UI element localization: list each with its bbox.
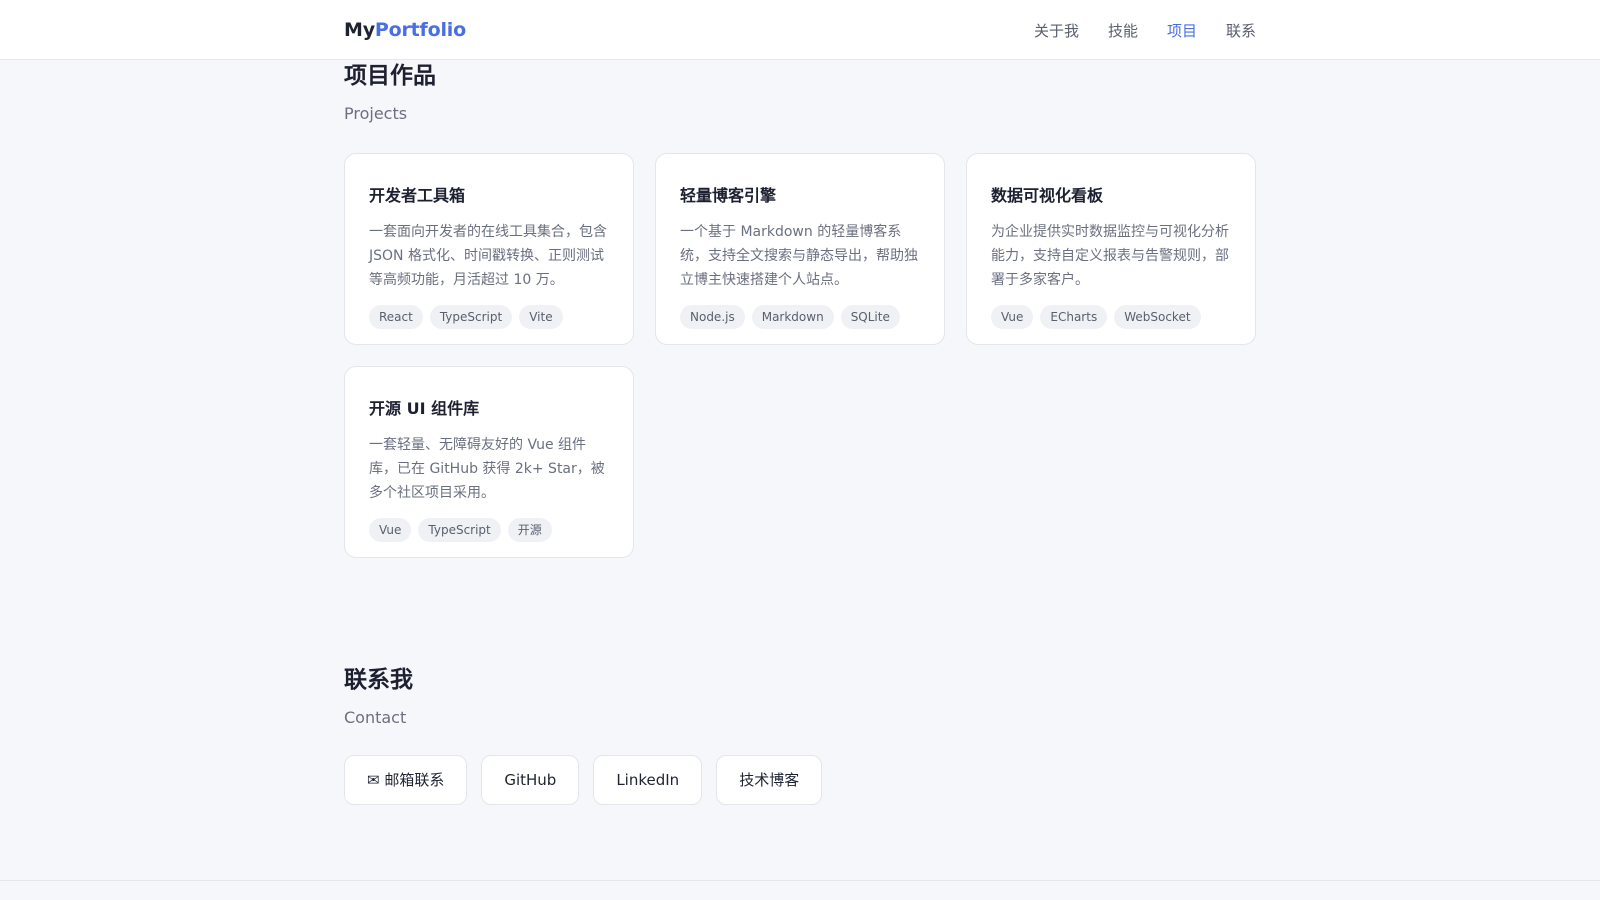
linkedin-button[interactable]: LinkedIn	[593, 755, 703, 805]
tag: TypeScript	[418, 518, 501, 542]
tag: Vite	[519, 305, 563, 329]
nav-link-about[interactable]: 关于我	[1034, 20, 1079, 41]
tag: Node.js	[680, 305, 745, 329]
nav-link-contact[interactable]: 联系	[1226, 20, 1256, 41]
nav-link-skills[interactable]: 技能	[1108, 20, 1138, 41]
brand-accent: Portfolio	[374, 19, 466, 41]
project-tags: Node.js Markdown SQLite	[680, 305, 920, 329]
tag: ECharts	[1040, 305, 1108, 329]
tag: WebSocket	[1114, 305, 1201, 329]
project-card-title: 开发者工具箱	[369, 186, 466, 205]
tag: 开源	[507, 518, 552, 542]
top-navbar: MyPortfolio 关于我 技能 项目 联系	[0, 0, 1600, 60]
navbar-inner: MyPortfolio 关于我 技能 项目 联系	[344, 0, 1256, 60]
brand-prefix: My	[344, 19, 375, 41]
tag: Markdown	[751, 305, 834, 329]
project-tags: Vue ECharts WebSocket	[991, 305, 1231, 329]
project-tags: React TypeScript Vite	[369, 305, 609, 329]
github-button[interactable]: GitHub	[481, 755, 580, 805]
contact-title: 联系我	[344, 667, 413, 693]
project-card-ui-library[interactable]: 开源 UI 组件库 一套轻量、无障碍友好的 Vue 组件库，已在 GitHub …	[344, 366, 634, 558]
project-card-blog-engine[interactable]: 轻量博客引擎 一个基于 Markdown 的轻量博客系统，支持全文搜索与静态导出…	[655, 153, 945, 345]
page-content: 项目作品 Projects 开发者工具箱 一套面向开发者的在线工具集合，包含 J…	[0, 0, 1600, 900]
tag: React	[369, 305, 423, 329]
contact-section: 联系我 Contact ✉ 邮箱联系 GitHub LinkedIn 技术博客	[344, 660, 1256, 805]
tag: Vue	[991, 305, 1034, 329]
contact-subtitle: Contact	[344, 708, 407, 727]
project-card-title: 数据可视化看板	[991, 186, 1104, 205]
project-card-description: 为企业提供实时数据监控与可视化分析能力，支持自定义报表与告警规则，部署于多家客户…	[991, 224, 1229, 288]
tech-blog-button[interactable]: 技术博客	[716, 755, 823, 805]
brand-logo[interactable]: MyPortfolio	[344, 19, 466, 41]
project-card-title: 开源 UI 组件库	[369, 399, 480, 418]
contact-buttons: ✉ 邮箱联系 GitHub LinkedIn 技术博客	[344, 755, 1256, 805]
project-card-description: 一个基于 Markdown 的轻量博客系统，支持全文搜索与静态导出，帮助独立博主…	[680, 224, 918, 288]
tag: TypeScript	[429, 305, 513, 329]
project-card-dashboard[interactable]: 数据可视化看板 为企业提供实时数据监控与可视化分析能力，支持自定义报表与告警规则…	[966, 153, 1256, 345]
projects-grid: 开发者工具箱 一套面向开发者的在线工具集合，包含 JSON 格式化、时间戳转换、…	[344, 153, 1256, 558]
project-card-devtools[interactable]: 开发者工具箱 一套面向开发者的在线工具集合，包含 JSON 格式化、时间戳转换、…	[344, 153, 634, 345]
tag: Vue	[369, 518, 412, 542]
project-card-title: 轻量博客引擎	[680, 186, 777, 205]
projects-subtitle: Projects	[344, 104, 408, 123]
footer-divider	[0, 880, 1600, 881]
nav-link-projects[interactable]: 项目	[1167, 20, 1197, 41]
project-card-description: 一套面向开发者的在线工具集合，包含 JSON 格式化、时间戳转换、正则测试等高频…	[369, 224, 607, 288]
projects-title: 项目作品	[344, 63, 436, 89]
tag: SQLite	[840, 305, 900, 329]
nav-links: 关于我 技能 项目 联系	[1034, 20, 1256, 41]
project-card-description: 一套轻量、无障碍友好的 Vue 组件库，已在 GitHub 获得 2k+ Sta…	[369, 437, 605, 501]
project-tags: Vue TypeScript 开源	[369, 518, 609, 542]
projects-section: 项目作品 Projects 开发者工具箱 一套面向开发者的在线工具集合，包含 J…	[344, 56, 1256, 558]
email-contact-button[interactable]: ✉ 邮箱联系	[344, 755, 468, 805]
